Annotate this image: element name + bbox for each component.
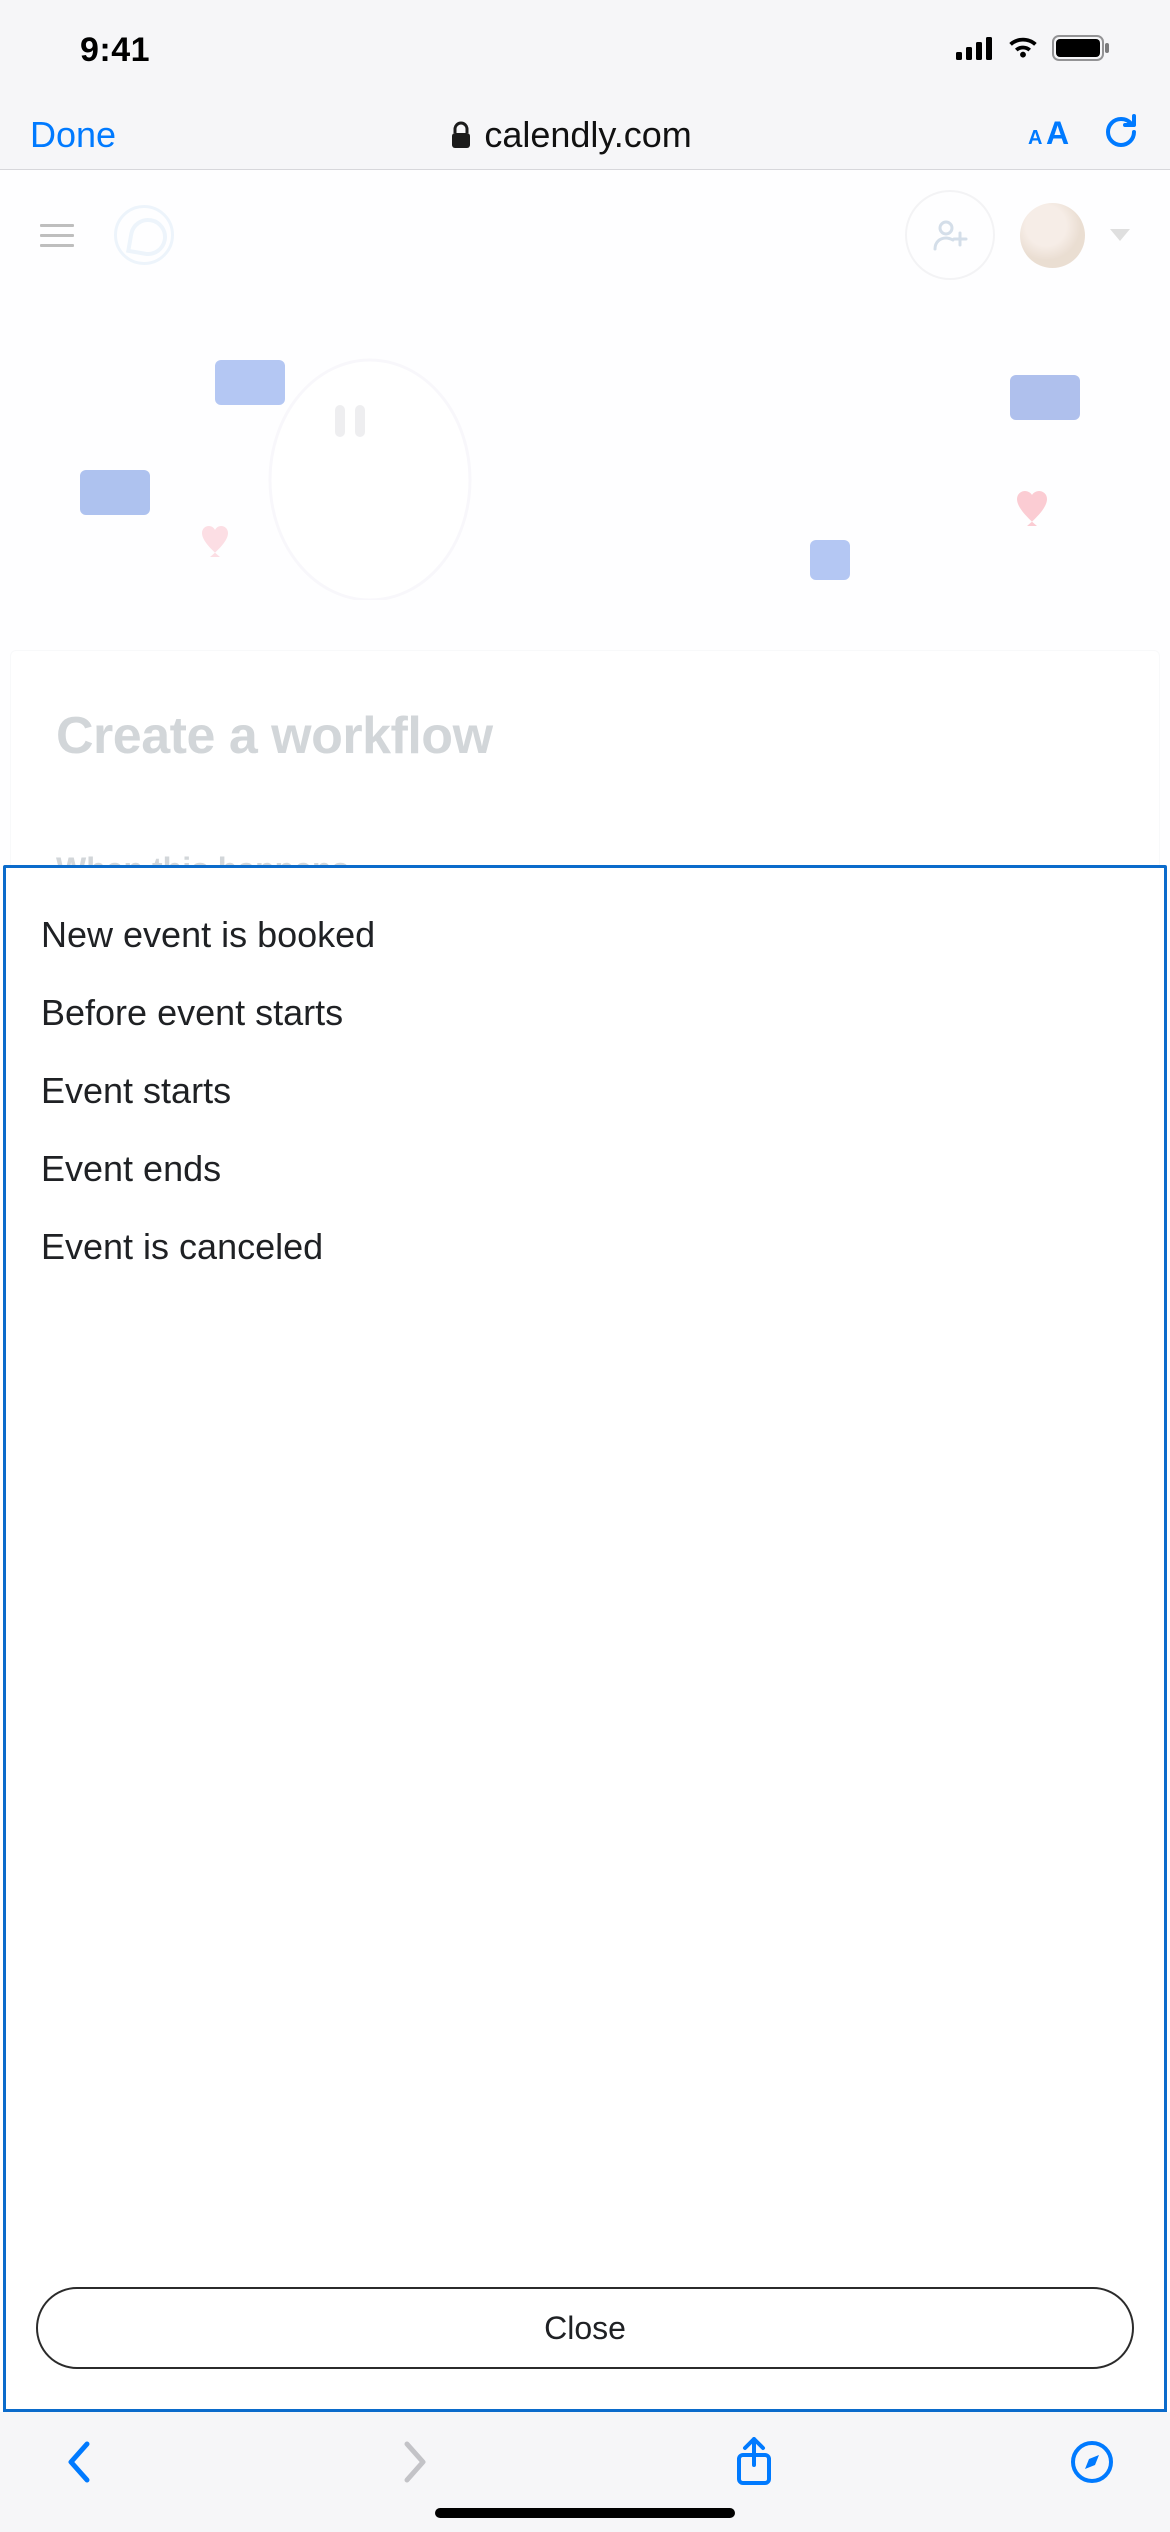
status-time: 9:41 — [80, 31, 150, 70]
battery-icon — [1052, 35, 1110, 66]
status-indicators — [956, 35, 1110, 66]
status-bar: 9:41 — [0, 0, 1170, 100]
address-bar[interactable]: calendly.com — [450, 114, 691, 156]
reload-button[interactable] — [1104, 112, 1140, 157]
svg-text:A: A — [1028, 127, 1042, 149]
option-event-starts[interactable]: Event starts — [36, 1052, 1134, 1130]
url-domain: calendly.com — [484, 114, 691, 156]
options-list: New event is booked Before event starts … — [36, 896, 1134, 2262]
share-button[interactable] — [724, 2437, 784, 2487]
trigger-options-panel: New event is booked Before event starts … — [3, 865, 1167, 2412]
done-button[interactable]: Done — [30, 114, 116, 156]
lock-icon — [450, 121, 472, 149]
cellular-icon — [956, 36, 994, 65]
back-button[interactable] — [48, 2440, 108, 2484]
wifi-icon — [1006, 36, 1040, 65]
option-before-event-starts[interactable]: Before event starts — [36, 974, 1134, 1052]
svg-text:A: A — [1046, 115, 1069, 150]
option-event-ends[interactable]: Event ends — [36, 1130, 1134, 1208]
safari-nav: Done calendly.com AA — [0, 100, 1170, 170]
safari-compass-button[interactable] — [1062, 2440, 1122, 2484]
forward-button[interactable] — [386, 2440, 446, 2484]
option-event-canceled[interactable]: Event is canceled — [36, 1208, 1134, 1286]
text-size-button[interactable]: AA — [1026, 114, 1074, 155]
option-new-event-booked[interactable]: New event is booked — [36, 896, 1134, 974]
home-indicator — [435, 2508, 735, 2518]
close-button[interactable]: Close — [36, 2287, 1134, 2369]
